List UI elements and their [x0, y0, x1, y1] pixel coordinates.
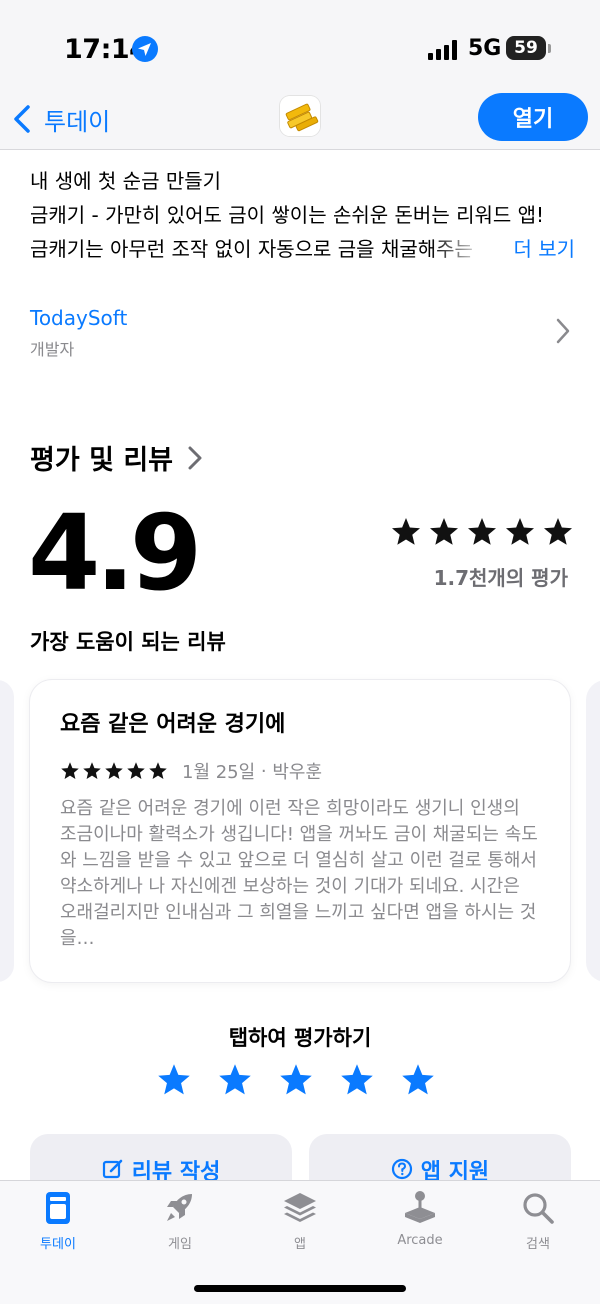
average-rating: 4.9	[28, 492, 202, 614]
app-icon[interactable]	[280, 96, 320, 136]
star-icon	[506, 518, 534, 545]
review-title: 요즘 같은 어려운 경기에	[60, 712, 286, 737]
star-icon	[127, 762, 145, 779]
tab-search[interactable]: 검색	[488, 1189, 588, 1252]
cellular-signal-icon	[428, 40, 457, 60]
network-label: 5G	[468, 36, 502, 61]
star-icon	[544, 518, 572, 545]
more-link[interactable]: 더 보기	[513, 232, 575, 266]
description-line: 금캐기는 아무런 조작 없이 자동으로 금을 채굴해주는	[30, 237, 473, 261]
pencil-square-icon	[102, 1159, 122, 1179]
ratings-title: 평가 및 리뷰	[30, 445, 173, 476]
location-arrow-icon	[132, 36, 158, 62]
average-stars	[390, 516, 574, 548]
star-icon	[392, 518, 420, 545]
tab-apps[interactable]: 앱	[250, 1189, 350, 1252]
star-icon	[83, 762, 101, 779]
today-icon	[46, 1192, 70, 1224]
developer-label: 개발자	[30, 340, 75, 359]
question-circle-icon	[391, 1158, 412, 1180]
rate-star-1-icon[interactable]	[156, 1062, 192, 1098]
review-card-next[interactable]	[586, 680, 600, 982]
star-icon	[149, 762, 167, 779]
star-icon	[105, 762, 123, 779]
back-button[interactable]: 투데이	[12, 98, 110, 140]
developer-name: TodaySoft	[30, 306, 128, 330]
review-body: 요즘 같은 어려운 경기에 이런 작은 희망이라도 생기니 인생의 조금이나마 …	[60, 798, 538, 949]
rate-star-2-icon[interactable]	[217, 1062, 253, 1098]
star-icon	[468, 518, 496, 545]
tab-label: 투데이	[40, 1237, 76, 1252]
review-author: 박우훈	[272, 762, 323, 783]
battery-icon: 59	[506, 36, 546, 60]
review-card-previous[interactable]	[0, 680, 14, 982]
gold-bars-icon	[280, 96, 320, 136]
tap-to-rate-title: 탭하여 평가하기	[228, 1026, 372, 1050]
joystick-icon	[405, 1191, 435, 1223]
description-line: 금캐기 - 가만히 있어도 금이 쌓이는 손쉬운 돈버는 리워드 앱!	[30, 203, 545, 227]
tab-label: 게임	[168, 1237, 192, 1252]
chevron-left-icon	[14, 105, 30, 133]
app-description: 내 생에 첫 순금 만들기 금캐기 - 가만히 있어도 금이 쌓이는 손쉬운 돈…	[30, 164, 575, 266]
star-icon	[430, 518, 458, 545]
description-last-line: 금캐기는 아무런 조작 없이 자동으로 금을 채굴해주는 더 보기	[30, 232, 575, 266]
home-indicator[interactable]	[194, 1285, 406, 1292]
meta-separator: ·	[255, 760, 273, 782]
chevron-right-icon	[556, 318, 570, 344]
open-button[interactable]: 열기	[478, 93, 588, 141]
review-card[interactable]: 요즘 같은 어려운 경기에 1월 25일 · 박우훈 요즘 같은 어려운 경기에…	[30, 680, 570, 982]
rocket-icon	[167, 1194, 192, 1221]
tab-arcade[interactable]: Arcade	[370, 1189, 470, 1248]
tab-label: 검색	[526, 1237, 550, 1252]
review-stars	[60, 761, 168, 781]
ratings-section-header[interactable]: 평가 및 리뷰	[30, 438, 203, 477]
rating-count: 1.7천개의 평가	[433, 566, 568, 590]
status-bar: 17:14 5G 59	[0, 0, 600, 88]
nav-bar: 투데이 열기	[0, 88, 600, 150]
battery-tip	[548, 44, 551, 53]
tab-games[interactable]: 게임	[130, 1189, 230, 1252]
chevron-right-icon	[188, 446, 202, 469]
review-date: 1월 25일	[182, 762, 256, 783]
tab-label: Arcade	[397, 1233, 443, 1248]
tab-label: 앱	[294, 1237, 306, 1252]
description-line: 내 생에 첫 순금 만들기	[30, 169, 222, 193]
developer-row[interactable]: TodaySoft 개발자	[30, 306, 575, 366]
tap-to-rate-stars	[156, 1062, 436, 1098]
tab-today[interactable]: 투데이	[8, 1189, 108, 1252]
helpful-reviews-title: 가장 도움이 되는 리뷰	[30, 630, 226, 654]
layers-icon	[284, 1193, 316, 1222]
back-label: 투데이	[44, 107, 111, 136]
rate-star-4-icon[interactable]	[339, 1062, 375, 1098]
review-meta: 1월 25일 · 박우훈	[60, 758, 540, 784]
rate-star-5-icon[interactable]	[400, 1062, 436, 1098]
search-icon	[523, 1193, 554, 1224]
rate-star-3-icon[interactable]	[278, 1062, 314, 1098]
star-icon	[61, 762, 79, 779]
